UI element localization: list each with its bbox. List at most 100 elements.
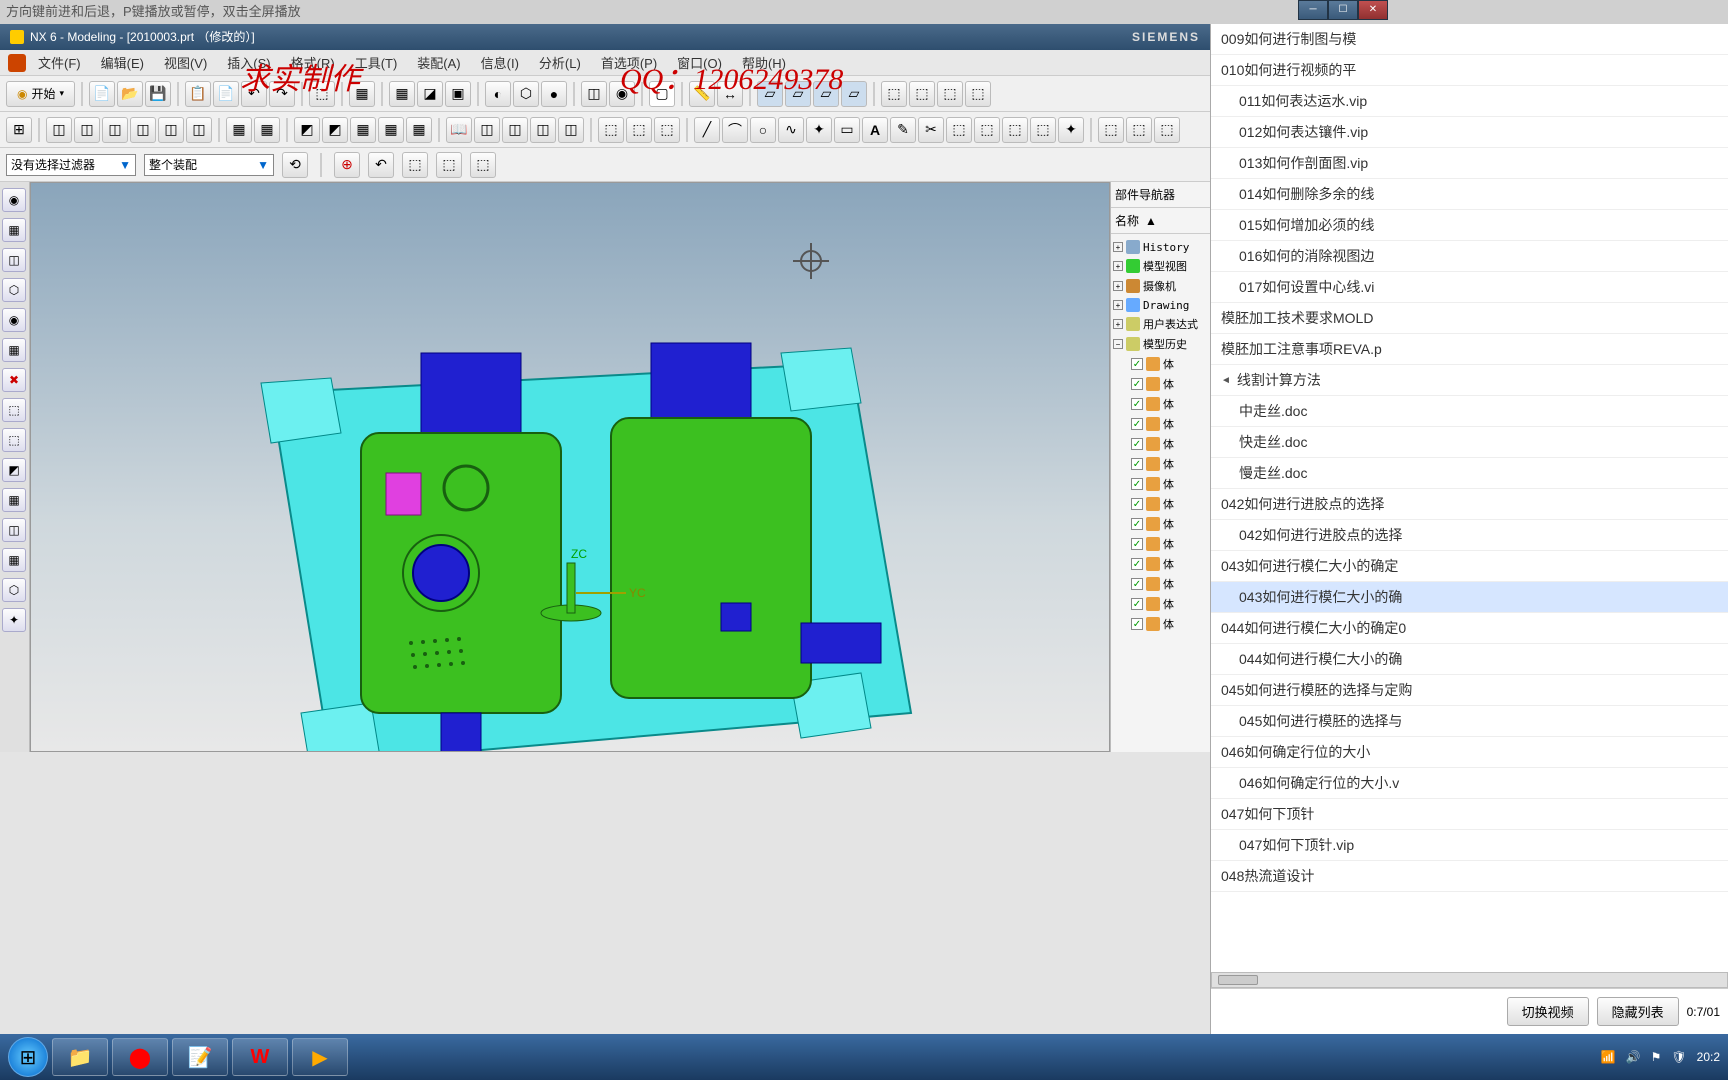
switch-video-button[interactable]: 切换视频	[1507, 997, 1589, 1026]
t2-4-icon[interactable]: ◫	[130, 117, 156, 143]
tree-leaf[interactable]: ✓体	[1113, 354, 1208, 374]
ext-f-icon[interactable]: ⬚	[909, 81, 935, 107]
tree-leaf[interactable]: ✓体	[1113, 534, 1208, 554]
t2-20-icon[interactable]: ⬚	[654, 117, 680, 143]
menu-analysis[interactable]: 分析(L)	[531, 51, 589, 74]
rect-icon[interactable]: ▭	[834, 117, 860, 143]
ext-h-icon[interactable]: ⬚	[965, 81, 991, 107]
list-item[interactable]: 046如何确定行位的大小	[1211, 737, 1728, 768]
t2-21-icon[interactable]: ⬚	[946, 117, 972, 143]
list-item[interactable]: 043如何进行模仁大小的确	[1211, 582, 1728, 613]
tree-leaf[interactable]: ✓体	[1113, 594, 1208, 614]
list-item[interactable]: 047如何下顶针.vip	[1211, 830, 1728, 861]
tree-item[interactable]: +History	[1113, 238, 1208, 256]
list-item[interactable]: 044如何进行模仁大小的确定0	[1211, 613, 1728, 644]
circle-icon[interactable]: ○	[750, 117, 776, 143]
ext-c-icon[interactable]: ▱	[813, 81, 839, 107]
tool-a-icon[interactable]: ⬚	[309, 81, 335, 107]
t2-15-icon[interactable]: ◫	[502, 117, 528, 143]
tree-leaf[interactable]: ✓体	[1113, 514, 1208, 534]
tool-b-icon[interactable]: ▦	[349, 81, 375, 107]
list-item[interactable]: 043如何进行模仁大小的确定	[1211, 551, 1728, 582]
tree-item[interactable]: +用户表达式	[1113, 314, 1208, 334]
tree-icon[interactable]: ⊞	[6, 117, 32, 143]
undo-icon[interactable]: ↶	[241, 81, 267, 107]
new-icon[interactable]: 📄	[89, 81, 115, 107]
tree-leaf[interactable]: ✓体	[1113, 414, 1208, 434]
side-ic-5[interactable]: ◉	[2, 308, 26, 332]
side-ic-8[interactable]: ⬚	[2, 398, 26, 422]
t2-9-icon[interactable]: ◩	[294, 117, 320, 143]
menu-edit[interactable]: 编辑(E)	[93, 51, 152, 74]
nav-col-name[interactable]: 名称	[1115, 212, 1139, 229]
list-item[interactable]: 045如何进行模胚的选择与定购	[1211, 675, 1728, 706]
t2-18-icon[interactable]: ⬚	[598, 117, 624, 143]
side-ic-13[interactable]: ▦	[2, 548, 26, 572]
t2-25-icon[interactable]: ✦	[1058, 117, 1084, 143]
side-ic-6[interactable]: ▦	[2, 338, 26, 362]
tree-item[interactable]: −模型历史	[1113, 334, 1208, 354]
ext-a-icon[interactable]: ▱	[757, 81, 783, 107]
menu-prefs[interactable]: 首选项(P)	[593, 51, 665, 74]
t2-17-icon[interactable]: ◫	[558, 117, 584, 143]
list-item[interactable]: 快走丝.doc	[1211, 427, 1728, 458]
measure-icon[interactable]: 📏	[689, 81, 715, 107]
t2-12-icon[interactable]: ▦	[378, 117, 404, 143]
assembly-scope-combo[interactable]: 整个装配▼	[144, 154, 274, 176]
t2-26-icon[interactable]: ⬚	[1098, 117, 1124, 143]
win-close[interactable]: ✕	[1358, 0, 1388, 20]
t2-28-icon[interactable]: ⬚	[1154, 117, 1180, 143]
tree-leaf[interactable]: ✓体	[1113, 394, 1208, 414]
menu-window[interactable]: 窗口(O)	[669, 51, 730, 74]
spline-icon[interactable]: ∿	[778, 117, 804, 143]
list-item[interactable]: 014如何删除多余的线	[1211, 179, 1728, 210]
sphere-icon[interactable]: ◉	[609, 81, 635, 107]
point-icon[interactable]: ✦	[806, 117, 832, 143]
text-a-icon[interactable]: A	[862, 117, 888, 143]
list-item[interactable]: 010如何进行视频的平	[1211, 55, 1728, 86]
record-icon[interactable]: ⬤	[112, 1038, 168, 1076]
side-ic-3[interactable]: ◫	[2, 248, 26, 272]
t2-5-icon[interactable]: ◫	[158, 117, 184, 143]
filter-t4-icon[interactable]: ⬚	[402, 152, 428, 178]
wps-icon[interactable]: W	[232, 1038, 288, 1076]
side-ic-2[interactable]: ▦	[2, 218, 26, 242]
side-ic-12[interactable]: ◫	[2, 518, 26, 542]
menu-info[interactable]: 信息(I)	[473, 51, 527, 74]
list-item[interactable]: 012如何表达镶件.vip	[1211, 117, 1728, 148]
explorer-icon[interactable]: 📁	[52, 1038, 108, 1076]
win-minimize[interactable]: ─	[1298, 0, 1328, 20]
side-ic-14[interactable]: ⬡	[2, 578, 26, 602]
t2-16-icon[interactable]: ◫	[530, 117, 556, 143]
copy-icon[interactable]: 📋	[185, 81, 211, 107]
t2-6-icon[interactable]: ◫	[186, 117, 212, 143]
filter-t6-icon[interactable]: ⬚	[470, 152, 496, 178]
paste-icon[interactable]: 📄	[213, 81, 239, 107]
menu-help[interactable]: 帮助(H)	[734, 51, 794, 74]
t2-27-icon[interactable]: ⬚	[1126, 117, 1152, 143]
list-item[interactable]: 中走丝.doc	[1211, 396, 1728, 427]
menu-assembly[interactable]: 装配(A)	[409, 51, 468, 74]
list-item[interactable]: 042如何进行进胶点的选择	[1211, 520, 1728, 551]
start-button[interactable]: ◉开始▾	[6, 81, 75, 107]
h-scrollbar[interactable]	[1211, 972, 1728, 988]
tree-item[interactable]: +摄像机	[1113, 276, 1208, 296]
tray-time[interactable]: 20:2	[1697, 1050, 1720, 1064]
win-maximize[interactable]: ☐	[1328, 0, 1358, 20]
filter-t3-icon[interactable]: ↶	[368, 152, 394, 178]
list-item[interactable]: 013如何作剖面图.vip	[1211, 148, 1728, 179]
tray-net-icon[interactable]: 📶	[1601, 1050, 1616, 1064]
list-item[interactable]: 009如何进行制图与模	[1211, 24, 1728, 55]
t2-22-icon[interactable]: ⬚	[974, 117, 1000, 143]
color-box-icon[interactable]: ▢	[649, 81, 675, 107]
trim-icon[interactable]: ✂	[918, 117, 944, 143]
t2-23-icon[interactable]: ⬚	[1002, 117, 1028, 143]
side-ic-11[interactable]: ▦	[2, 488, 26, 512]
side-ic-15[interactable]: ✦	[2, 608, 26, 632]
selection-filter-combo[interactable]: 没有选择过滤器▼	[6, 154, 136, 176]
tree-leaf[interactable]: ✓体	[1113, 574, 1208, 594]
t2-13-icon[interactable]: ▦	[406, 117, 432, 143]
list-item[interactable]: 011如何表达运水.vip	[1211, 86, 1728, 117]
list-item[interactable]: ◄线割计算方法	[1211, 365, 1728, 396]
t2-11-icon[interactable]: ▦	[350, 117, 376, 143]
